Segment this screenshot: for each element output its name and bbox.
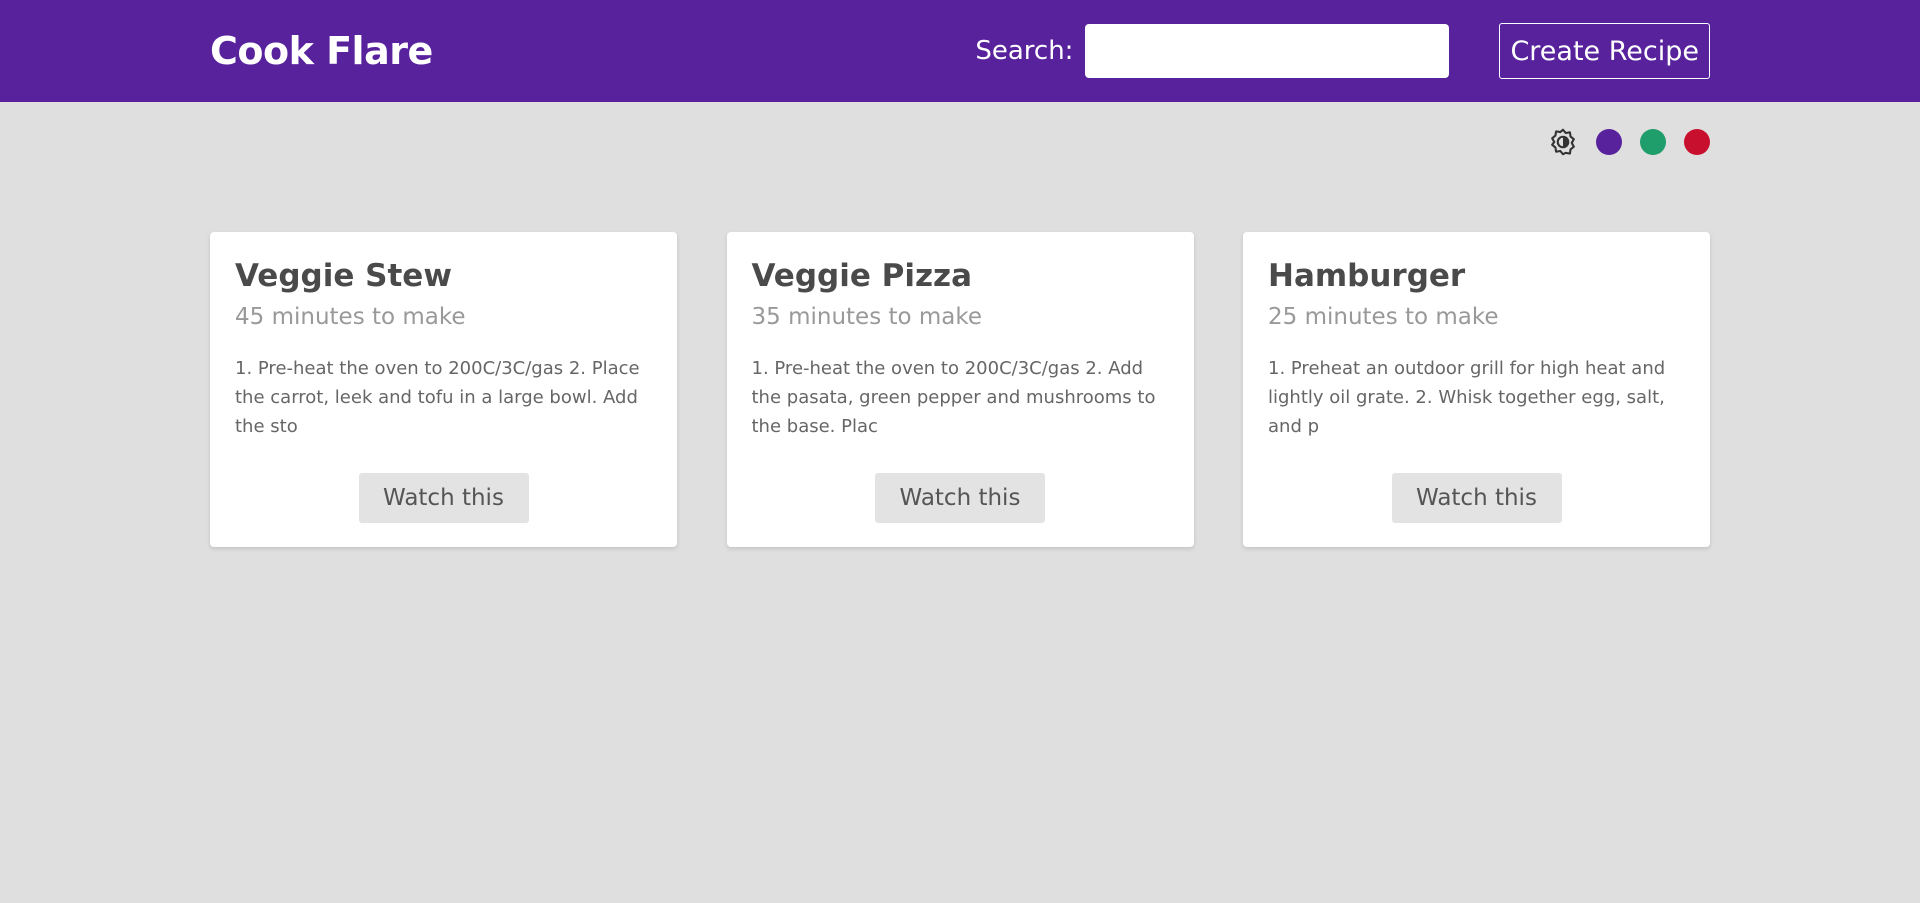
recipe-title: Veggie Stew xyxy=(235,258,452,294)
recipe-time: 45 minutes to make xyxy=(235,304,466,330)
brand-logo[interactable]: Cook Flare xyxy=(210,29,433,73)
watch-this-button[interactable]: Watch this xyxy=(1391,473,1562,523)
nav-actions: Search: Create Recipe xyxy=(975,23,1710,79)
recipe-description: 1. Pre-heat the oven to 200C/3C/gas 2. P… xyxy=(235,358,640,437)
recipe-description: 1. Preheat an outdoor grill for high hea… xyxy=(1268,358,1666,437)
search-label: Search: xyxy=(975,36,1074,66)
navbar-inner: Cook Flare Search: Create Recipe xyxy=(210,0,1710,102)
brightness-icon[interactable] xyxy=(1548,127,1578,157)
navbar: Cook Flare Search: Create Recipe xyxy=(0,0,1920,102)
theme-color-red[interactable] xyxy=(1684,129,1710,155)
watch-this-button[interactable]: Watch this xyxy=(875,473,1045,523)
recipe-title: Hamburger xyxy=(1268,258,1466,294)
recipe-card: Veggie Stew 45 minutes to make 1. Pre-he… xyxy=(210,232,677,547)
recipe-list: Veggie Stew 45 minutes to make 1. Pre-he… xyxy=(210,232,1710,547)
recipe-title: Veggie Pizza xyxy=(751,258,973,294)
recipe-description: 1. Pre-heat the oven to 200C/3C/gas 2. A… xyxy=(751,358,1156,437)
recipe-time: 25 minutes to make xyxy=(1268,304,1499,330)
recipe-time: 35 minutes to make xyxy=(751,304,983,330)
create-recipe-button[interactable]: Create Recipe xyxy=(1499,23,1710,79)
theme-switcher xyxy=(210,127,1710,157)
theme-color-purple[interactable] xyxy=(1596,129,1622,155)
search-input[interactable] xyxy=(1085,24,1450,78)
recipe-card: Veggie Pizza 35 minutes to make 1. Pre-h… xyxy=(726,232,1194,547)
theme-color-green[interactable] xyxy=(1640,129,1666,155)
watch-this-button[interactable]: Watch this xyxy=(358,473,529,523)
recipe-card: Hamburger 25 minutes to make 1. Preheat … xyxy=(1243,232,1710,547)
